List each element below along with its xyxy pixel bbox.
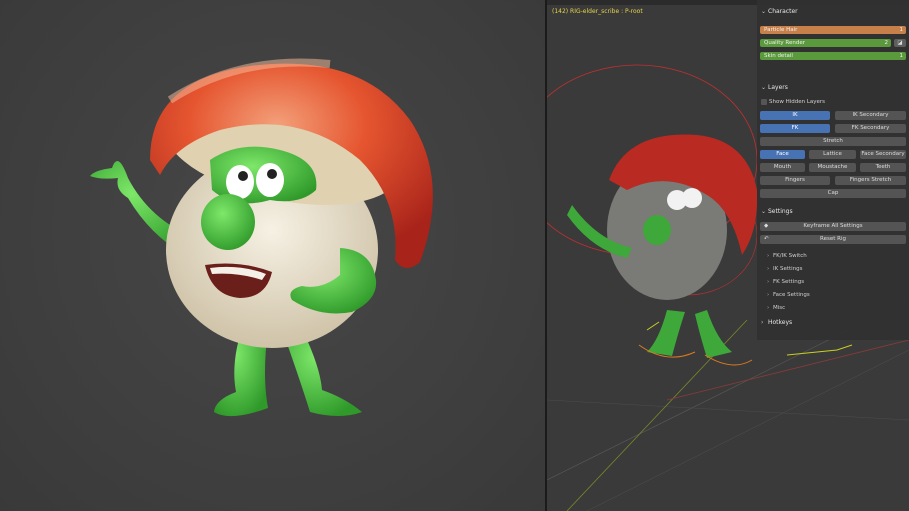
layer-fk-secondary-button[interactable]: FK Secondary <box>835 124 906 133</box>
layer-fk-button[interactable]: FK <box>760 124 830 133</box>
layer-ik-secondary-button[interactable]: IK Secondary <box>835 111 906 120</box>
subpanel-fk-settings[interactable]: › FK Settings <box>767 277 804 287</box>
hotkeys-section-header[interactable]: › Hotkeys <box>757 317 909 328</box>
layer-fingers-stretch-button[interactable]: Fingers Stretch <box>835 176 906 185</box>
subpanel-misc[interactable]: › Misc <box>767 303 785 313</box>
show-hidden-layers-label: Show Hidden Layers <box>769 99 826 105</box>
layer-teeth-button[interactable]: Teeth <box>860 163 906 172</box>
layer-face-button[interactable]: Face <box>760 150 805 159</box>
particle-hair-field[interactable]: Particle Hair 1 <box>760 26 906 34</box>
chevron-down-icon: ⌄ <box>761 8 767 15</box>
layer-fingers-button[interactable]: Fingers <box>760 176 830 185</box>
settings-section-header[interactable]: ⌄ Settings <box>757 206 909 217</box>
show-hidden-layers-checkbox[interactable] <box>761 99 767 105</box>
layers-section-header[interactable]: ⌄ Layers <box>757 82 909 93</box>
layer-cap-button[interactable]: Cap <box>760 189 906 198</box>
quality-render-field[interactable]: Quality Render 2 <box>760 39 891 47</box>
subpanel-fkik-switch[interactable]: › FK/IK Switch <box>767 251 807 261</box>
render-toggle-icon[interactable]: ◪ <box>894 39 906 47</box>
layer-face-secondary-button[interactable]: Face Secondary <box>860 150 906 159</box>
layer-lattice-button[interactable]: Lattice <box>809 150 856 159</box>
skin-detail-field[interactable]: Skin detail 1 <box>760 52 906 60</box>
layer-mouth-button[interactable]: Mouth <box>760 163 805 172</box>
character-section-header[interactable]: ⌄ Character <box>757 6 909 17</box>
subpanel-ik-settings[interactable]: › IK Settings <box>767 264 803 274</box>
reset-rig-button[interactable]: ↶ Reset Rig <box>760 235 906 244</box>
layer-ik-button[interactable]: IK <box>760 111 830 120</box>
mushroom-character-render <box>90 58 433 417</box>
rig-ui-sidebar[interactable]: ⌄ Character Particle Hair 1 Quality Rende… <box>757 0 909 340</box>
chevron-down-icon: ⌄ <box>761 84 767 91</box>
chevron-down-icon: ⌄ <box>761 208 767 215</box>
layer-stretch-button[interactable]: Stretch <box>760 137 906 146</box>
render-viewport[interactable] <box>0 0 545 511</box>
layer-moustache-button[interactable]: Moustache <box>809 163 856 172</box>
subpanel-face-settings[interactable]: › Face Settings <box>767 290 810 300</box>
keyframe-all-settings-button[interactable]: ◆ Keyframe All Settings <box>760 222 906 231</box>
key-icon: ◆ <box>764 223 769 229</box>
reset-icon: ↶ <box>764 236 769 242</box>
chevron-right-icon: › <box>761 319 764 326</box>
